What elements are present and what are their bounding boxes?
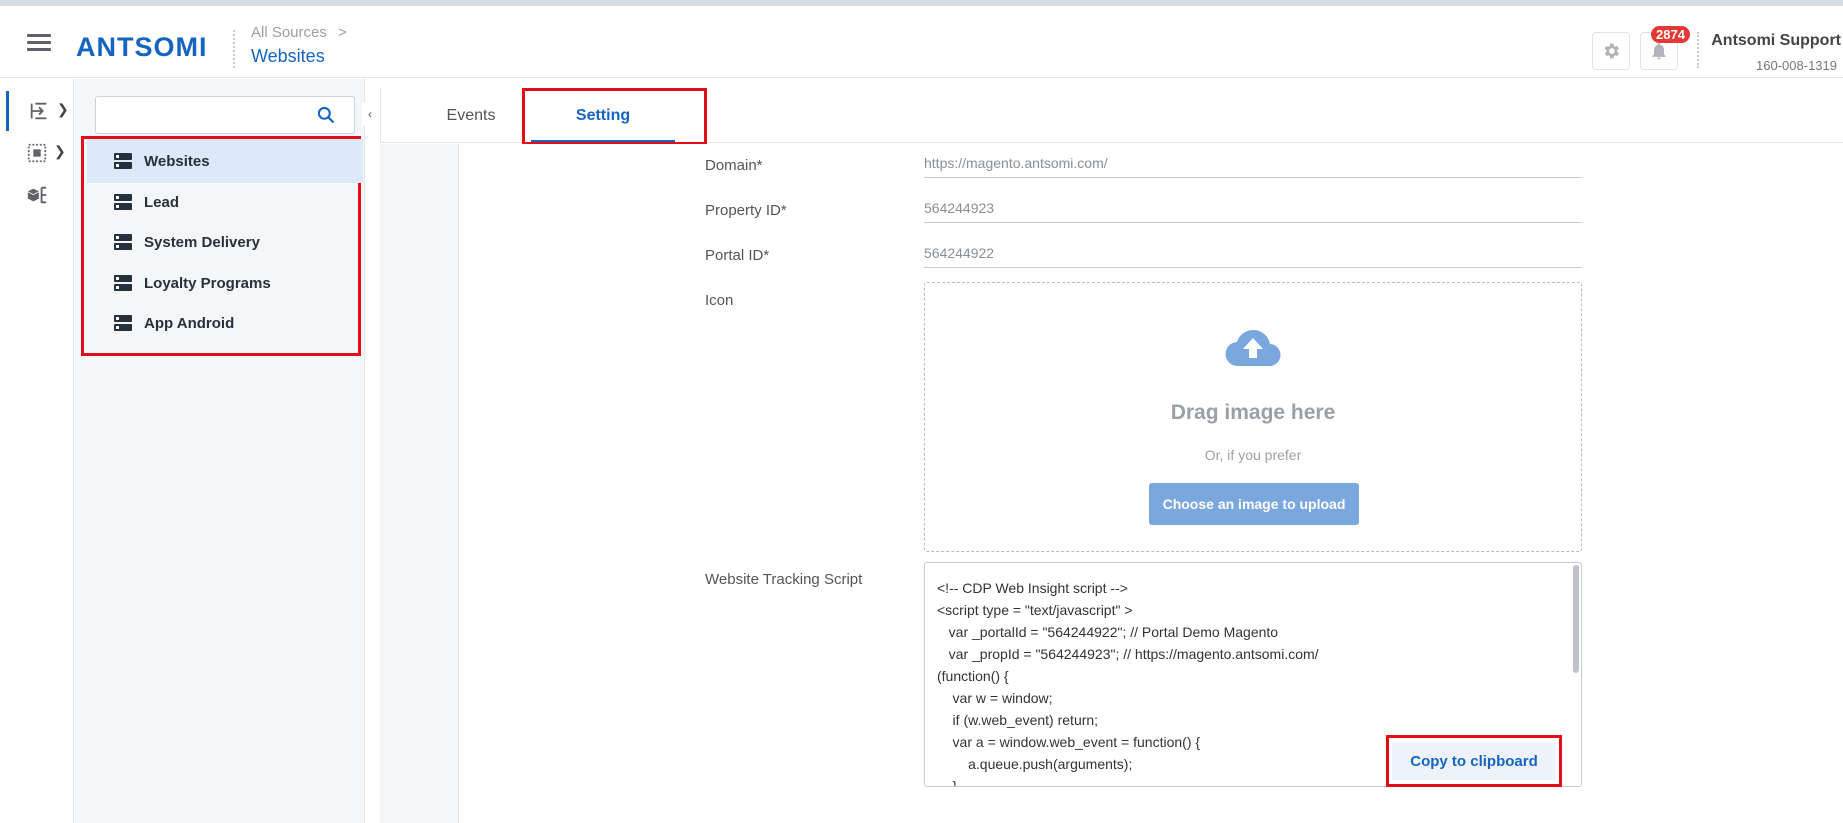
choose-image-button[interactable]: Choose an image to upload bbox=[1149, 483, 1359, 525]
icon-label: Icon bbox=[705, 292, 734, 309]
rail-item-data-sources[interactable]: ❯ bbox=[6, 91, 69, 131]
data-import-icon bbox=[30, 102, 46, 120]
server-icon bbox=[114, 193, 132, 210]
copy-button-highlight: Copy to clipboard bbox=[1386, 735, 1562, 787]
drag-image-title: Drag image here bbox=[1170, 401, 1336, 424]
rail-item-hierarchy[interactable] bbox=[6, 175, 68, 215]
tracking-script-code: <!-- CDP Web Insight script --> <script … bbox=[937, 580, 1319, 787]
cloud-upload-icon bbox=[1225, 329, 1281, 367]
notification-count-badge: 2874 bbox=[1651, 26, 1690, 43]
chevron-right-icon: ❯ bbox=[57, 101, 69, 117]
breadcrumb-parent[interactable]: All Sources bbox=[251, 24, 327, 41]
domain-field[interactable]: https://magento.antsomi.com/ bbox=[924, 155, 1582, 178]
portal-id-field[interactable]: 564244922 bbox=[924, 245, 1582, 268]
collapse-panel-button[interactable]: ‹ bbox=[362, 103, 378, 125]
source-search bbox=[95, 96, 355, 134]
user-id: 160-008-1319 bbox=[1756, 58, 1837, 73]
icon-dropzone[interactable]: Drag image here Or, if you prefer Choose… bbox=[924, 282, 1582, 552]
script-scrollbar[interactable] bbox=[1573, 565, 1579, 673]
source-list: Websites Lead System Delivery Loyalty Pr… bbox=[81, 136, 363, 356]
breadcrumb-chevron-icon: > bbox=[338, 24, 347, 41]
source-item-label: Lead bbox=[144, 193, 180, 211]
property-id-field[interactable]: 564244923 bbox=[924, 200, 1582, 223]
source-item-lead[interactable]: Lead bbox=[87, 180, 363, 224]
source-item-system-delivery[interactable]: System Delivery bbox=[87, 220, 363, 264]
property-id-label: Property ID* bbox=[705, 202, 787, 219]
module-rail: ❯ ❯ bbox=[0, 79, 74, 823]
bell-icon bbox=[1652, 43, 1666, 60]
server-icon bbox=[114, 233, 132, 250]
portal-id-label: Portal ID* bbox=[705, 247, 770, 264]
header-divider bbox=[1697, 32, 1699, 68]
server-icon bbox=[114, 274, 132, 291]
source-item-label: Loyalty Programs bbox=[144, 274, 271, 292]
data-group-icon bbox=[27, 143, 47, 163]
search-icon[interactable] bbox=[316, 105, 336, 130]
domain-label: Domain* bbox=[705, 157, 763, 174]
source-item-app-android[interactable]: App Android bbox=[87, 301, 363, 345]
settings-button[interactable] bbox=[1592, 32, 1630, 70]
antsomi-logo[interactable]: ANTSOMI bbox=[76, 32, 208, 63]
source-item-loyalty-programs[interactable]: Loyalty Programs bbox=[87, 261, 363, 305]
server-icon bbox=[114, 152, 132, 169]
box-hierarchy-icon bbox=[27, 186, 47, 204]
drag-image-subtitle: Or, if you prefer bbox=[1204, 447, 1302, 463]
chevron-right-icon: ❯ bbox=[54, 143, 66, 159]
setting-tab-highlight bbox=[522, 88, 707, 145]
tracking-script-label: Website Tracking Script bbox=[705, 571, 863, 588]
user-name[interactable]: Antsomi Support bbox=[1711, 32, 1841, 50]
menu-icon[interactable] bbox=[27, 34, 51, 52]
search-input[interactable] bbox=[96, 97, 296, 131]
page-title: Websites bbox=[251, 46, 325, 66]
copy-to-clipboard-button[interactable]: Copy to clipboard bbox=[1392, 742, 1556, 780]
rail-item-data-groups[interactable]: ❯ bbox=[6, 133, 68, 173]
header-divider bbox=[233, 30, 235, 68]
source-item-label: Websites bbox=[144, 152, 210, 170]
source-item-label: System Delivery bbox=[144, 233, 260, 251]
source-item-label: App Android bbox=[144, 314, 235, 332]
source-item-websites[interactable]: Websites bbox=[87, 139, 363, 183]
app-header: ANTSOMI All Sources > Websites 2874 Ants… bbox=[0, 6, 1843, 78]
gear-icon bbox=[1604, 43, 1619, 59]
content-gutter bbox=[380, 144, 458, 823]
server-icon bbox=[114, 314, 132, 331]
tab-events[interactable]: Events bbox=[421, 88, 521, 143]
